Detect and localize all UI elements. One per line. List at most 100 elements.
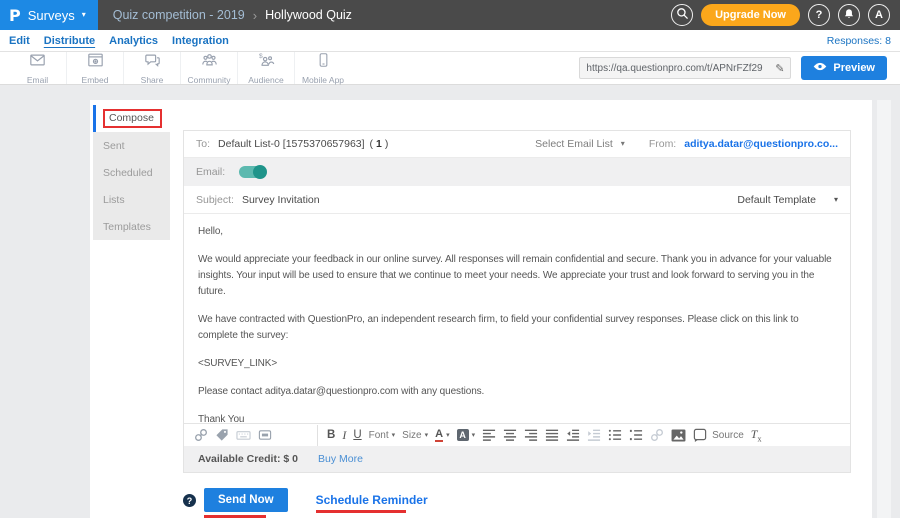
send-now-button[interactable]: Send Now (204, 488, 288, 512)
email-sidebar: Compose Sent ScheduledLists Templates (93, 105, 170, 240)
channel-email[interactable]: Email (9, 52, 66, 84)
underline[interactable]: U (353, 429, 361, 441)
insert-image-icon[interactable] (671, 429, 686, 442)
sidebar-item-label: Templates (103, 221, 151, 233)
notifications-button[interactable] (838, 4, 860, 26)
email-body-paragraph: We have contracted with QuestionPro, an … (198, 312, 836, 344)
elink-glyph (194, 428, 208, 442)
sidebar-item-lists[interactable]: Lists (93, 186, 170, 213)
chevron-down-icon: ▾ (621, 140, 625, 148)
responses-count-link[interactable]: Responses: 8 (827, 35, 891, 47)
alignJ-glyph (545, 428, 559, 442)
chevron-down-icon: ▾ (834, 196, 838, 204)
sidebar-item-compose[interactable]: Compose (93, 105, 170, 132)
channel-label: Share (141, 75, 164, 85)
text-color[interactable]: A▾ (435, 428, 449, 442)
select-email-list-dropdown[interactable]: Select Email List ▾ (535, 138, 625, 150)
tag-glyph (215, 428, 229, 442)
sidebar-item-scheduled[interactable]: Scheduled (93, 159, 170, 186)
email-body-paragraph: Hello, (198, 224, 836, 240)
sidebar-item-templates[interactable]: Templates (93, 213, 170, 240)
bold-label: B (327, 429, 335, 441)
size-dropdown[interactable]: Size▾ (402, 430, 428, 441)
align-left-icon[interactable] (482, 428, 496, 442)
email-toggle-label: Email: (196, 166, 225, 178)
alignC-glyph (503, 428, 517, 442)
email-icon (29, 52, 46, 73)
svg-text:$: $ (258, 52, 262, 59)
channel-embed[interactable]: Embed (66, 52, 123, 84)
link-icon (650, 428, 664, 442)
bold[interactable]: B (327, 429, 335, 441)
breadcrumb-separator-icon: › (253, 8, 257, 23)
font-dropdown[interactable]: Font▾ (369, 430, 396, 441)
align-center-icon[interactable] (503, 428, 517, 442)
background-color-label: A (457, 429, 469, 441)
tab-distribute[interactable]: Distribute (44, 35, 95, 47)
toggle-knob (253, 165, 267, 179)
compose-panel: To: Default List-0 [1575370657963] ( 1 )… (183, 130, 851, 473)
recipient-count-open: ( (370, 138, 374, 150)
channel-label: Email (27, 75, 48, 85)
buy-more-link[interactable]: Buy More (318, 453, 363, 465)
survey-url-input[interactable] (586, 63, 771, 74)
channel-label: Embed (82, 75, 109, 85)
align-justify-icon[interactable] (545, 428, 559, 442)
insert-tag-icon[interactable] (215, 428, 229, 442)
email-body-editor[interactable]: Hello,We would appreciate your feedback … (184, 214, 850, 423)
edit-url-pencil-icon[interactable]: ✎ (775, 62, 784, 75)
source-icon[interactable]: Source (693, 428, 744, 442)
sidebar-item-sent[interactable]: Sent (93, 132, 170, 159)
eye-icon (813, 62, 827, 74)
italic[interactable]: I (342, 428, 346, 443)
channel-mobile-app[interactable]: Mobile App (294, 52, 351, 84)
sidebar-item-label: Sent (103, 140, 125, 152)
background-color[interactable]: A▾ (457, 429, 476, 441)
tab-analytics[interactable]: Analytics (109, 35, 158, 47)
template-dropdown[interactable]: Default Template ▾ (737, 194, 838, 206)
embed-icon (87, 52, 104, 73)
annotation-box-compose: Compose (103, 109, 162, 128)
outdent-glyph (566, 428, 580, 442)
surveys-product-menu[interactable]: P Surveys ▾ (0, 0, 98, 30)
insert-button-icon[interactable] (258, 428, 272, 442)
channel-share[interactable]: Share (123, 52, 180, 84)
underline-label: U (353, 429, 361, 441)
bell-icon (843, 8, 855, 23)
remove-format[interactable]: Tx (751, 427, 762, 443)
search-button[interactable] (671, 4, 693, 26)
chevron-down-icon: ▾ (425, 431, 429, 439)
breadcrumb-folder[interactable]: Quiz competition - 2019 (113, 8, 245, 22)
tab-edit[interactable]: Edit (9, 35, 30, 47)
annotation-underline-schedule-reminder (316, 510, 406, 513)
subject-value[interactable]: Survey Invitation (242, 194, 320, 206)
font-dropdown-label: Font (369, 430, 389, 441)
recipient-count-close: ) (385, 138, 389, 150)
email-toggle[interactable] (239, 166, 266, 178)
preview-button[interactable]: Preview (801, 56, 887, 80)
channel-community[interactable]: Community (180, 52, 237, 84)
survey-url-box: ✎ (579, 57, 791, 79)
schedule-reminder-link[interactable]: Schedule Reminder (316, 488, 428, 507)
bulleted-list-icon[interactable] (608, 428, 622, 442)
increase-indent-icon (587, 428, 601, 442)
vertical-scrollbar[interactable] (877, 100, 891, 518)
insert-link-icon[interactable] (194, 428, 208, 442)
widget-glyph (258, 428, 272, 442)
align-right-icon[interactable] (524, 428, 538, 442)
channel-label: Mobile App (302, 75, 344, 85)
community-icon (201, 52, 218, 73)
decrease-indent-icon[interactable] (566, 428, 580, 442)
help-button[interactable]: ? (808, 4, 830, 26)
send-help-icon[interactable]: ? (183, 494, 196, 507)
preview-label: Preview (833, 62, 875, 74)
upgrade-now-button[interactable]: Upgrade Now (701, 4, 800, 26)
numbered-list-icon[interactable] (629, 428, 643, 442)
product-name: Surveys (28, 8, 75, 23)
from-email-link[interactable]: aditya.datar@questionpro.co... (684, 138, 838, 150)
chain-glyph (650, 428, 664, 442)
recipient-list-name[interactable]: Default List-0 [1575370657963] (218, 138, 365, 150)
tab-integration[interactable]: Integration (172, 35, 229, 47)
avatar[interactable]: A (868, 4, 890, 26)
channel-audience[interactable]: $Audience (237, 52, 294, 84)
